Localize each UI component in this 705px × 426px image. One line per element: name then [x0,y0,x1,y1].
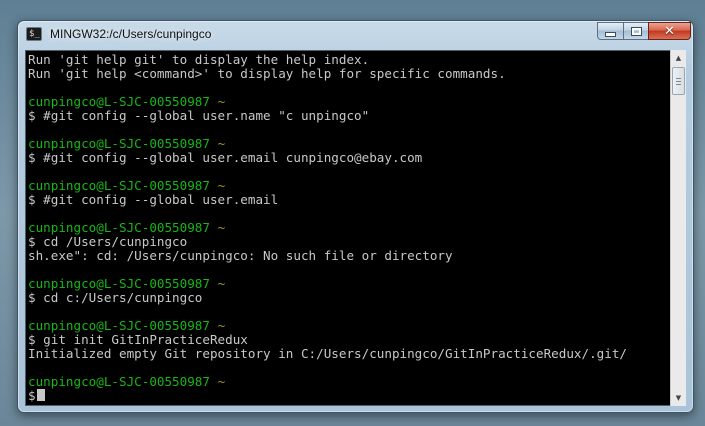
prompt-path: ~ [209,374,226,389]
minimize-button[interactable] [597,22,624,40]
prompt-path: ~ [209,178,226,193]
prompt-user-host: cunpingco@L-SJC-00550987 [28,276,210,291]
scroll-down-arrow-icon[interactable]: ▼ [672,390,685,406]
scrollbar-thumb[interactable] [672,67,685,95]
output-line: sh.exe": cd: /Users/cunpingco: No such f… [28,249,627,263]
line-text: Initialized empty Git repository in C:/U… [28,346,627,361]
line-text: $ cd /Users/cunpingco [28,234,188,249]
output-line: $ cd /Users/cunpingco [28,235,627,249]
terminal-output[interactable]: Run 'git help git' to display the help i… [25,50,672,406]
line-text: $ #git config --global user.email cunpin… [28,150,423,165]
thumb-grip [676,78,681,79]
line-text: $ #git config --global user.email [28,192,279,207]
prompt-user-host: cunpingco@L-SJC-00550987 [28,318,210,333]
maximize-icon [631,27,641,35]
output-line: $ #git config --global user.email cunpin… [28,151,627,165]
vertical-scrollbar[interactable]: ▲ ▼ [670,50,686,406]
output-line: $ [28,389,627,403]
prompt-user-host: cunpingco@L-SJC-00550987 [28,374,210,389]
output-line: $ #git config --global user.email [28,193,627,207]
prompt-path: ~ [209,136,226,151]
prompt-line: cunpingco@L-SJC-00550987 ~ [28,277,627,291]
title-bar[interactable]: $_ MINGW32:/c/Users/cunpingco ✕ [18,21,693,49]
maximize-button[interactable] [623,22,649,40]
prompt-line: cunpingco@L-SJC-00550987 ~ [28,375,627,389]
line-text: Run 'git help <command>' to display help… [28,66,506,81]
prompt-line: cunpingco@L-SJC-00550987 ~ [28,179,627,193]
window-title: MINGW32:/c/Users/cunpingco [50,27,212,41]
thumb-grip [676,81,681,82]
line-text: $ cd c:/Users/cunpingco [28,290,203,305]
output-line: $ #git config --global user.name "c unpi… [28,109,627,123]
prompt-line: cunpingco@L-SJC-00550987 ~ [28,319,627,333]
prompt-path: ~ [209,220,226,235]
line-text: sh.exe": cd: /Users/cunpingco: No such f… [28,248,453,263]
prompt-user-host: cunpingco@L-SJC-00550987 [28,136,210,151]
output-line: Run 'git help git' to display the help i… [28,53,627,67]
scroll-up-arrow-icon[interactable]: ▲ [672,50,685,66]
prompt-path: ~ [209,276,226,291]
output-line: Initialized empty Git repository in C:/U… [28,347,627,361]
terminal-window[interactable]: $_ MINGW32:/c/Users/cunpingco ✕ Run 'git… [17,20,694,413]
line-text: $ git init GitInPracticeRedux [28,332,248,347]
output-line: $ git init GitInPracticeRedux [28,333,627,347]
terminal-lines: Run 'git help git' to display the help i… [28,53,627,403]
prompt-line: cunpingco@L-SJC-00550987 ~ [28,221,627,235]
thumb-grip [676,84,681,85]
line-text: Run 'git help git' to display the help i… [28,52,370,67]
prompt-path: ~ [209,94,226,109]
prompt-user-host: cunpingco@L-SJC-00550987 [28,178,210,193]
close-icon: ✕ [664,23,675,39]
prompt-user-host: cunpingco@L-SJC-00550987 [28,94,210,109]
prompt-user-host: cunpingco@L-SJC-00550987 [28,220,210,235]
prompt-line: cunpingco@L-SJC-00550987 ~ [28,137,627,151]
line-text: $ #git config --global user.name "c unpi… [28,108,370,123]
prompt-path: ~ [209,318,226,333]
close-button[interactable]: ✕ [648,22,691,40]
prompt-line: cunpingco@L-SJC-00550987 ~ [28,95,627,109]
output-line: $ cd c:/Users/cunpingco [28,291,627,305]
text-cursor [36,389,45,401]
app-icon-label: $_ [29,29,40,39]
minimize-icon [605,31,616,37]
line-text: $ [28,388,36,403]
mingw-app-icon[interactable]: $_ [26,27,42,41]
output-line: Run 'git help <command>' to display help… [28,67,627,81]
